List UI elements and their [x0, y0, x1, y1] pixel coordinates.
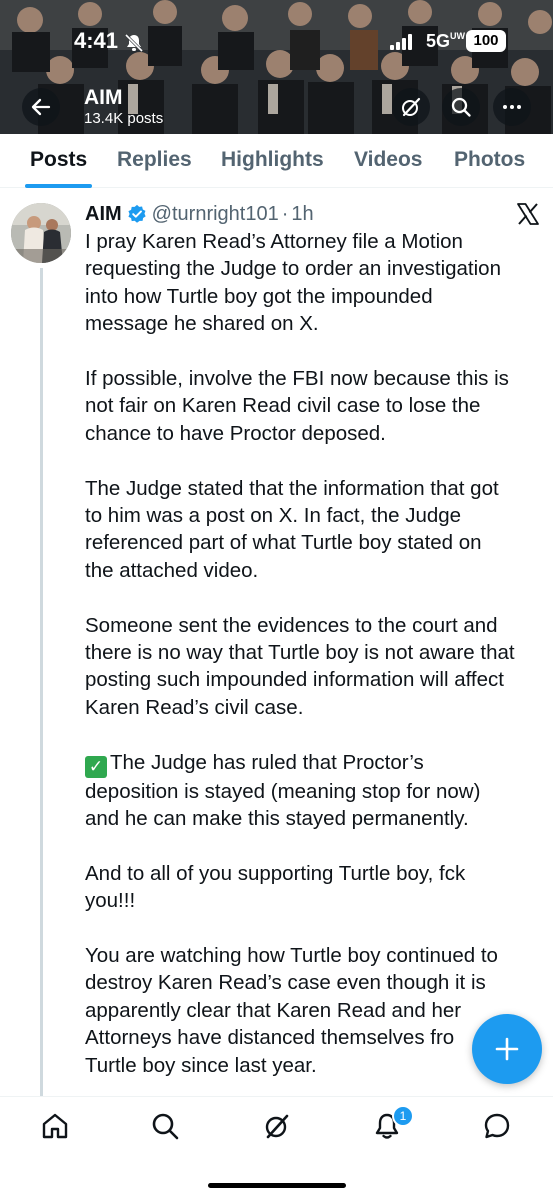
grok-icon: [402, 97, 421, 117]
active-tab-indicator: [25, 184, 92, 188]
notification-badge: 1: [392, 1105, 414, 1127]
posts-count: 13.4K posts: [84, 110, 164, 127]
tweet-time[interactable]: 1h: [291, 203, 313, 226]
tab-replies[interactable]: Replies: [117, 148, 192, 172]
tweet-text: I pray Karen Read’s Attorney file a Moti…: [85, 228, 545, 1079]
tweet-paragraph: I pray Karen Read’s Attorney file a Moti…: [85, 230, 501, 336]
compose-plus-icon: [495, 1037, 519, 1061]
tab-posts[interactable]: Posts: [30, 148, 87, 172]
more-icon: [503, 105, 521, 109]
more-options-button[interactable]: [493, 88, 531, 126]
home-indicator: [208, 1183, 346, 1188]
tweet-handle[interactable]: @turnright101: [152, 203, 279, 226]
messages-icon[interactable]: [482, 1111, 512, 1141]
status-bar: 4:41 5GUW 100: [0, 24, 553, 60]
profile-name: AIM: [84, 86, 123, 109]
search-icon: [451, 97, 471, 117]
status-time: 4:41: [74, 28, 119, 53]
profile-tabs: Posts Replies Highlights Videos Photos: [0, 134, 553, 188]
avatar-photo: [11, 203, 71, 263]
meta-separator: ·: [281, 202, 289, 225]
tab-highlights[interactable]: Highlights: [221, 148, 324, 172]
back-arrow-icon: [31, 98, 51, 116]
tweet-paragraph: Someone sent the evidences to the court …: [85, 613, 515, 719]
tweet-paragraph: And to all of you supporting Turtle boy,…: [85, 861, 466, 913]
check-mark-emoji: ✓: [85, 755, 107, 778]
tweet-header: AIM @turnright101 · 1h: [85, 201, 314, 227]
network-type: 5GUW: [426, 31, 466, 51]
signal-icon: [390, 34, 412, 50]
tweet-paragraph: If possible, involve the FBI now because…: [85, 367, 509, 445]
explore-search-icon[interactable]: [150, 1111, 180, 1141]
thread-line: [40, 268, 43, 1098]
back-button[interactable]: [22, 88, 60, 126]
verified-badge-icon: [128, 204, 146, 223]
profile-header-banner: 4:41 5GUW 100 AIM 13.4K posts: [0, 0, 553, 134]
tab-photos[interactable]: Photos: [454, 148, 525, 172]
home-icon[interactable]: [40, 1111, 70, 1141]
grok-nav-icon[interactable]: [262, 1111, 292, 1141]
tweet-paragraph: The Judge stated that the information th…: [85, 476, 499, 582]
header-nav-row: AIM 13.4K posts: [0, 84, 553, 130]
tweet-author-name[interactable]: AIM: [85, 203, 122, 226]
tab-videos[interactable]: Videos: [354, 148, 422, 172]
battery-indicator: 100: [466, 30, 506, 52]
tweet-paragraph-checked: ✓ The Judge has ruled that Proctor’s depo…: [85, 750, 481, 831]
avatar[interactable]: [11, 203, 71, 263]
compose-button[interactable]: [472, 1014, 542, 1084]
header-search-button[interactable]: [442, 88, 480, 126]
x-logo-icon[interactable]: [516, 202, 540, 226]
grok-button[interactable]: [392, 88, 430, 126]
bell-off-icon: [124, 33, 144, 53]
